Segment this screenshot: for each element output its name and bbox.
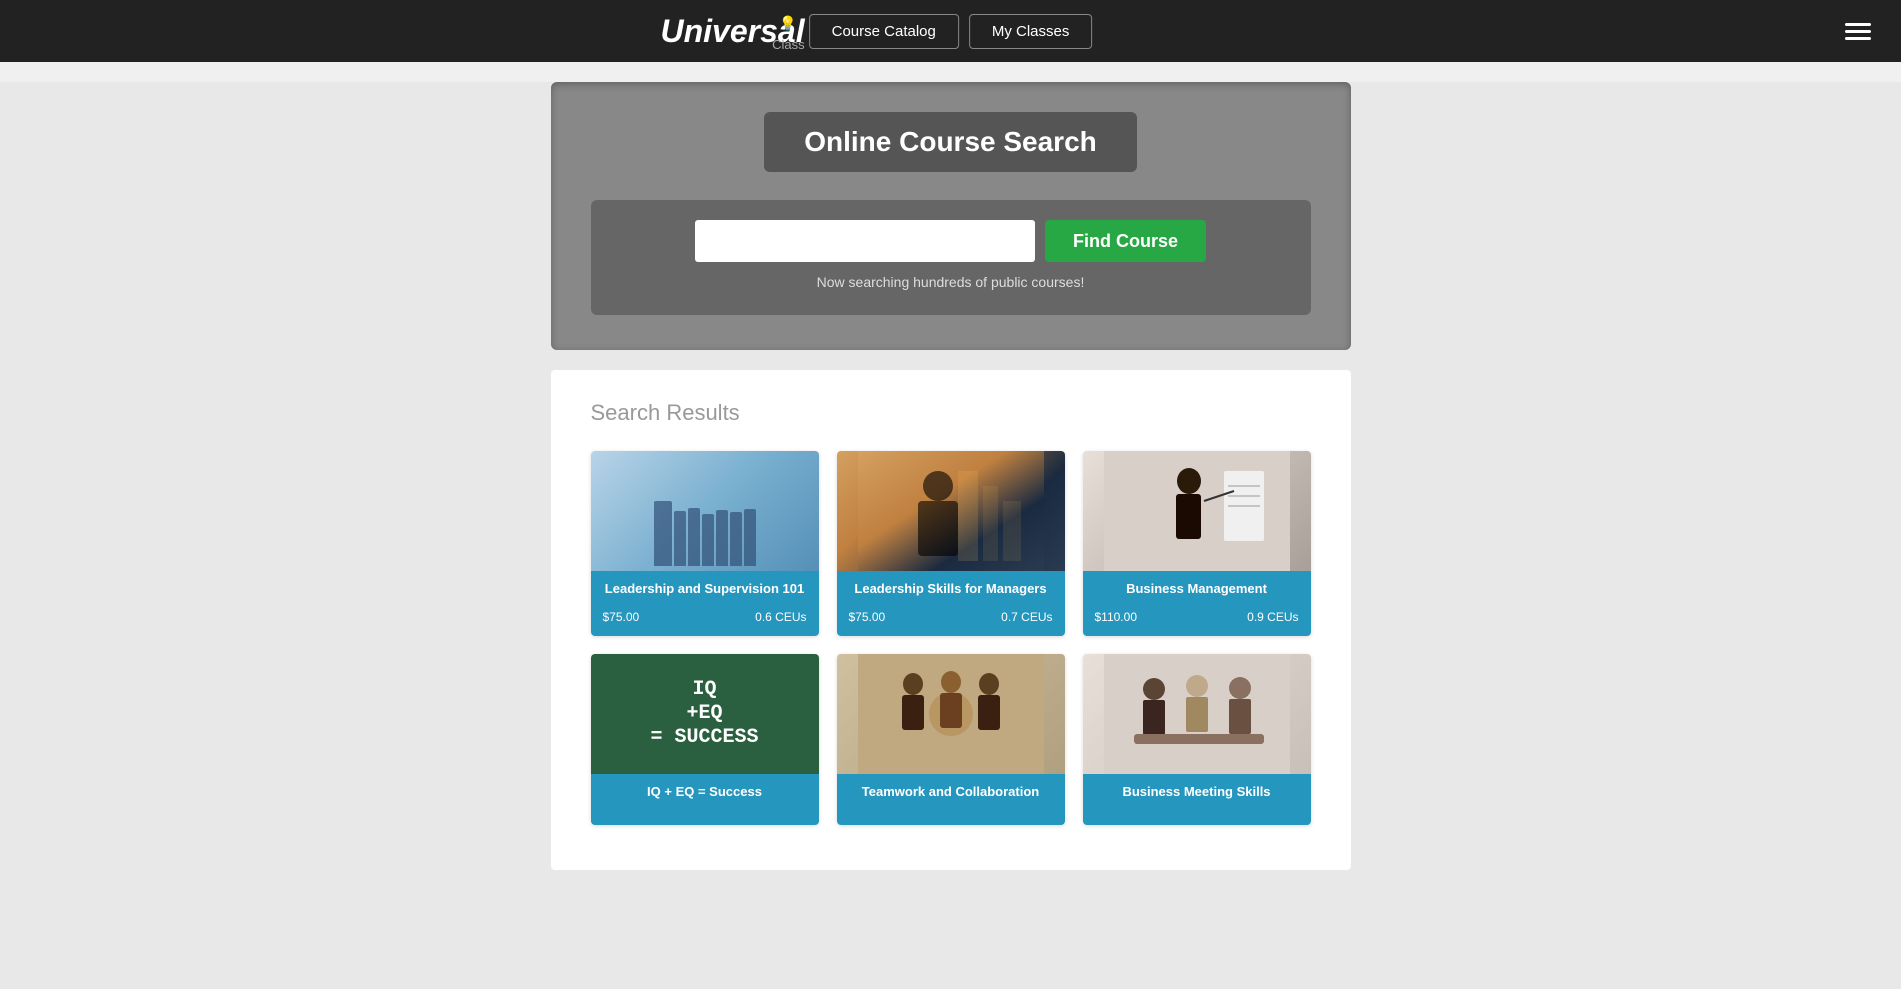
main-nav: Course Catalog My Classes — [809, 14, 1093, 49]
course-card-5-meta — [849, 809, 1053, 813]
course-card-1-title: Leadership and Supervision 101 — [603, 581, 807, 598]
course-card-3-price: $110.00 — [1095, 610, 1138, 624]
course-card-5-title: Teamwork and Collaboration — [849, 784, 1053, 801]
page-wrapper: Online Course Search Find Course Now sea… — [0, 82, 1901, 989]
course-card-3-body: Business Management $110.00 0.9 CEUs — [1083, 571, 1311, 636]
course-card-2-meta: $75.00 0.7 CEUs — [849, 606, 1053, 624]
find-course-button[interactable]: Find Course — [1045, 220, 1206, 262]
course-card-3-image — [1083, 451, 1311, 571]
course-card-2-ceus: 0.7 CEUs — [1001, 610, 1052, 624]
search-row: Find Course Now searching hundreds of pu… — [591, 200, 1311, 315]
iq-text-display: IQ+EQ= SUCCESS — [650, 678, 758, 750]
logo-subtext: Class — [772, 37, 805, 52]
course-card-3-title: Business Management — [1095, 581, 1299, 598]
search-subtitle: Now searching hundreds of public courses… — [817, 274, 1085, 290]
my-classes-nav-button[interactable]: My Classes — [969, 14, 1093, 49]
course-card-1[interactable]: Leadership and Supervision 101 $75.00 0.… — [591, 451, 819, 636]
course-card-4[interactable]: IQ+EQ= SUCCESS IQ + EQ = Success — [591, 654, 819, 825]
course-card-6-title: Business Meeting Skills — [1095, 784, 1299, 801]
course-card-1-ceus: 0.6 CEUs — [755, 610, 806, 624]
course-card-5[interactable]: Teamwork and Collaboration — [837, 654, 1065, 825]
meeting-icon — [1083, 654, 1311, 774]
hamburger-line-2 — [1845, 30, 1871, 33]
course-card-2[interactable]: Leadership Skills for Managers $75.00 0.… — [837, 451, 1065, 636]
course-card-1-image — [591, 451, 819, 571]
course-card-1-meta: $75.00 0.6 CEUs — [603, 606, 807, 624]
course-card-3-meta: $110.00 0.9 CEUs — [1095, 606, 1299, 624]
search-input-row: Find Course — [621, 220, 1281, 262]
course-card-6-body: Business Meeting Skills — [1083, 774, 1311, 825]
leadership-silhouette-icon — [837, 451, 1065, 571]
people-silhouette-icon — [654, 451, 756, 571]
hamburger-menu-button[interactable] — [1845, 23, 1871, 40]
course-card-6-image — [1083, 654, 1311, 774]
course-card-1-price: $75.00 — [603, 610, 640, 624]
search-title-box: Online Course Search — [764, 112, 1137, 172]
course-cards-grid: Leadership and Supervision 101 $75.00 0.… — [591, 451, 1311, 825]
logo[interactable]: Universal 💡 Class — [661, 13, 805, 50]
results-area: Search Results Leadership and — [551, 370, 1351, 870]
course-card-4-meta — [603, 809, 807, 813]
hamburger-line-1 — [1845, 23, 1871, 26]
course-card-2-body: Leadership Skills for Managers $75.00 0.… — [837, 571, 1065, 636]
course-card-4-body: IQ + EQ = Success — [591, 774, 819, 825]
course-card-5-body: Teamwork and Collaboration — [837, 774, 1065, 825]
business-writing-icon — [1083, 451, 1311, 571]
course-card-6-meta — [1095, 809, 1299, 813]
course-card-2-price: $75.00 — [849, 610, 886, 624]
course-card-2-image — [837, 451, 1065, 571]
course-card-4-title: IQ + EQ = Success — [603, 784, 807, 801]
hamburger-line-3 — [1845, 37, 1871, 40]
course-card-1-body: Leadership and Supervision 101 $75.00 0.… — [591, 571, 819, 636]
results-heading: Search Results — [591, 400, 1311, 426]
course-card-4-image: IQ+EQ= SUCCESS — [591, 654, 819, 774]
search-input[interactable] — [695, 220, 1035, 262]
course-catalog-nav-button[interactable]: Course Catalog — [809, 14, 959, 49]
course-card-3-ceus: 0.9 CEUs — [1247, 610, 1298, 624]
search-banner: Online Course Search Find Course Now sea… — [551, 82, 1351, 350]
course-card-2-title: Leadership Skills for Managers — [849, 581, 1053, 598]
course-card-6[interactable]: Business Meeting Skills — [1083, 654, 1311, 825]
teamwork-icon — [837, 654, 1065, 774]
course-card-5-image — [837, 654, 1065, 774]
course-card-3[interactable]: Business Management $110.00 0.9 CEUs — [1083, 451, 1311, 636]
search-title: Online Course Search — [804, 126, 1097, 158]
logo-bulb-icon: 💡 — [779, 15, 796, 32]
site-header: Universal 💡 Class Course Catalog My Clas… — [0, 0, 1901, 62]
